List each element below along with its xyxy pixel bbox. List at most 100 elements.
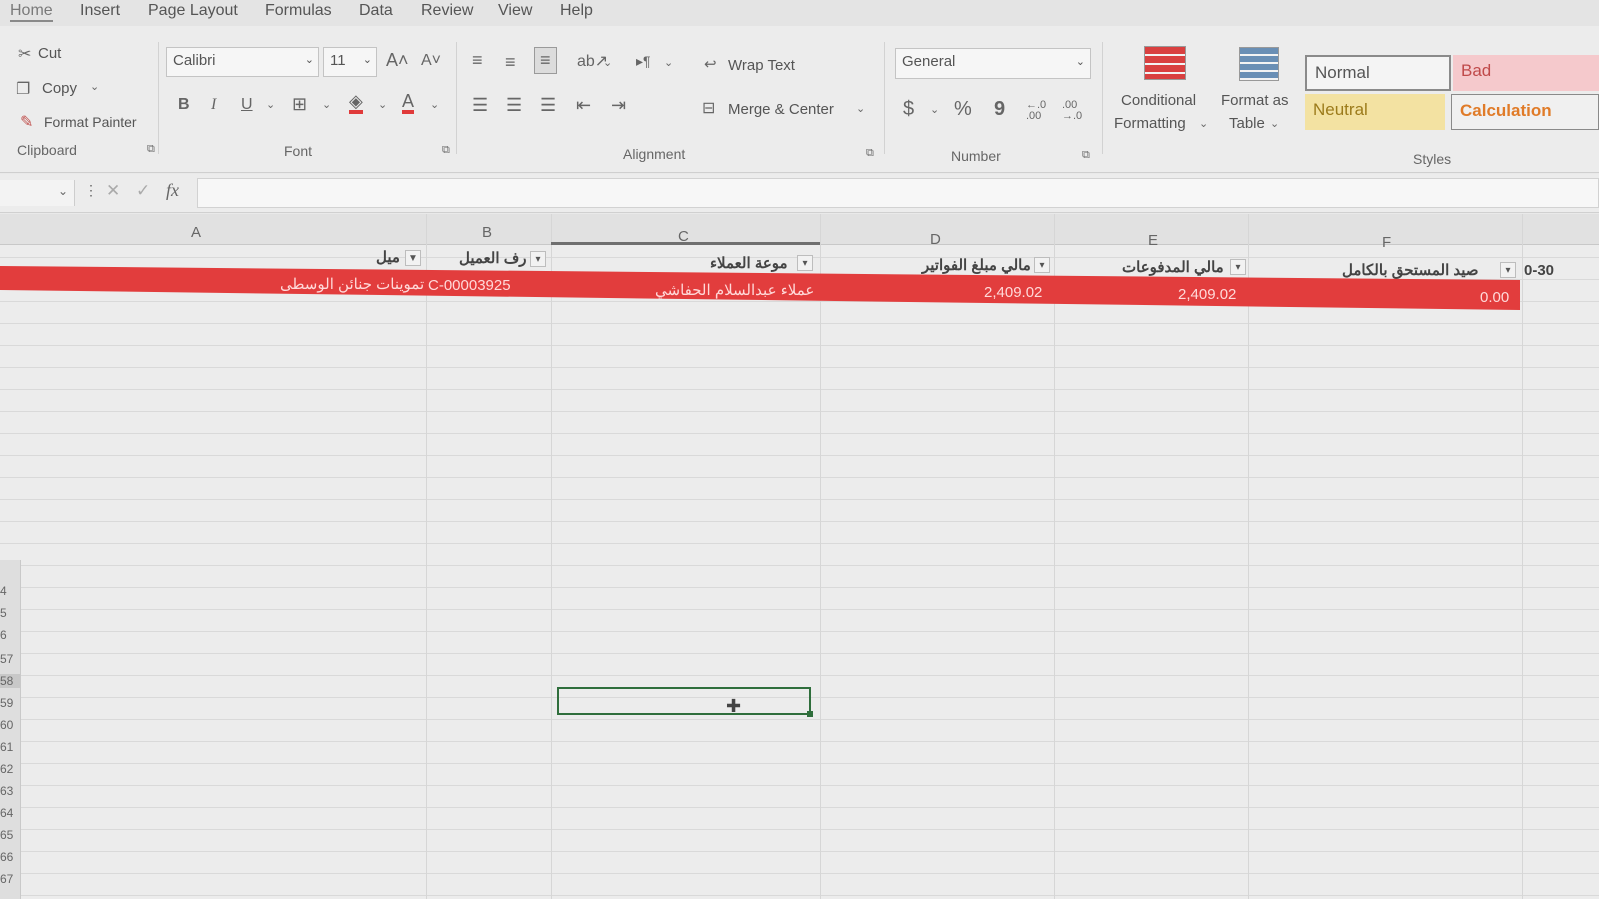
filter-dropdown-icon[interactable]: ▾ — [797, 255, 813, 271]
chevron-down-icon[interactable]: ⌄ — [322, 98, 331, 111]
dialog-launcher-icon[interactable]: ⧉ — [147, 143, 155, 156]
currency-button[interactable]: $ — [903, 98, 914, 121]
dialog-launcher-icon[interactable]: ⧉ — [1082, 149, 1090, 162]
chevron-down-icon[interactable]: ⌄ — [664, 56, 673, 69]
column-header-d[interactable]: D — [930, 231, 941, 248]
chevron-down-icon[interactable]: ⌄ — [603, 56, 612, 69]
decrease-font-icon[interactable]: A˅ — [421, 52, 441, 70]
conditional-formatting-label[interactable]: Conditional — [1121, 92, 1196, 109]
filter-active-icon[interactable]: ▼ — [405, 250, 421, 266]
header-cell-e[interactable]: مالي المدفوعات — [1122, 258, 1224, 276]
tab-home[interactable]: Home — [10, 2, 53, 22]
cell-invoice-total[interactable]: 2,409.02 — [984, 284, 1042, 301]
insert-function-button[interactable]: fx — [166, 180, 179, 201]
align-right-icon[interactable]: ☰ — [540, 95, 556, 116]
header-cell-f[interactable]: صيد المستحق بالكامل — [1342, 261, 1479, 279]
format-as-table-label-2[interactable]: Table — [1229, 115, 1265, 132]
tab-page-layout[interactable]: Page Layout — [148, 2, 238, 20]
header-cell-g[interactable]: 0-30 — [1524, 262, 1554, 279]
dialog-launcher-icon[interactable]: ⧉ — [866, 147, 874, 160]
header-cell-b[interactable]: رف العميل — [459, 249, 527, 267]
align-middle-icon[interactable]: ≡ — [505, 52, 516, 73]
cell-customer-name[interactable]: تموينات جنائن الوسطى — [280, 275, 424, 293]
percent-button[interactable]: % — [954, 98, 972, 121]
row-number[interactable]: 6 — [0, 628, 7, 642]
chevron-down-icon[interactable]: ⌄ — [1270, 117, 1279, 130]
chevron-down-icon[interactable]: ⌄ — [1199, 117, 1208, 130]
cell-customer-code[interactable]: C-00003925 — [428, 277, 511, 294]
comma-style-button[interactable]: 9 — [994, 98, 1005, 121]
filter-dropdown-icon[interactable]: ▾ — [530, 251, 546, 267]
tab-insert[interactable]: Insert — [80, 2, 120, 20]
row-number[interactable]: 64 — [0, 806, 13, 820]
cell-customer-group[interactable]: عملاء عبدالسلام الحفاشي — [655, 281, 814, 299]
column-header-c[interactable]: C — [678, 228, 689, 245]
align-top-icon[interactable]: ≡ — [472, 50, 483, 71]
chevron-down-icon[interactable]: ⌄ — [430, 98, 439, 111]
text-direction-icon[interactable]: ▸¶ — [636, 53, 651, 70]
cell-payments-total[interactable]: 2,409.02 — [1178, 286, 1236, 303]
tab-review[interactable]: Review — [421, 2, 473, 20]
bold-button[interactable]: B — [178, 96, 190, 114]
wrap-text-button[interactable]: Wrap Text — [728, 57, 795, 74]
row-number[interactable]: 66 — [0, 850, 13, 864]
active-cell[interactable] — [557, 687, 811, 715]
style-bad[interactable]: Bad — [1453, 55, 1599, 91]
tab-formulas[interactable]: Formulas — [265, 2, 332, 20]
font-name-select[interactable]: Calibri ⌄ — [166, 47, 319, 77]
row-number[interactable]: 60 — [0, 718, 13, 732]
tab-view[interactable]: View — [498, 2, 532, 20]
name-box[interactable]: ⌄ — [0, 180, 75, 206]
column-header-b[interactable]: B — [482, 224, 492, 241]
row-number[interactable]: 58 — [0, 674, 20, 688]
format-as-table-label[interactable]: Format as — [1221, 92, 1289, 109]
conditional-formatting-icon[interactable] — [1144, 46, 1186, 80]
filter-dropdown-icon[interactable]: ▾ — [1034, 257, 1050, 273]
row-number[interactable]: 61 — [0, 740, 13, 754]
row-number[interactable]: 59 — [0, 696, 13, 710]
copy-button[interactable]: Copy — [42, 80, 77, 97]
row-number[interactable]: 65 — [0, 828, 13, 842]
format-painter-button[interactable]: Format Painter — [44, 114, 137, 130]
decrease-decimal-button[interactable]: .00 →.0 — [1062, 100, 1090, 122]
fill-handle[interactable] — [807, 711, 813, 717]
enter-icon[interactable]: ✓ — [136, 181, 150, 201]
chevron-down-icon[interactable]: ⌄ — [90, 80, 99, 93]
merge-center-button[interactable]: Merge & Center — [728, 101, 834, 118]
increase-indent-icon[interactable]: ⇥ — [611, 95, 626, 116]
format-as-table-icon[interactable] — [1239, 47, 1279, 81]
align-left-icon[interactable]: ☰ — [472, 95, 488, 116]
number-format-select[interactable]: General ⌄ — [895, 48, 1091, 79]
dialog-launcher-icon[interactable]: ⧉ — [442, 144, 450, 157]
header-cell-a[interactable]: ميل — [376, 248, 400, 266]
worksheet-grid[interactable] — [0, 214, 1599, 899]
underline-button[interactable]: U — [241, 96, 253, 114]
column-header-e[interactable]: E — [1148, 232, 1158, 249]
row-number[interactable]: 4 — [0, 584, 7, 598]
chevron-down-icon[interactable]: ⌄ — [930, 103, 939, 116]
chevron-down-icon[interactable]: ⌄ — [856, 102, 865, 115]
align-bottom-icon[interactable]: ≡ — [534, 47, 557, 74]
row-number[interactable]: 57 — [0, 652, 13, 666]
borders-icon[interactable]: ⊞ — [292, 94, 307, 115]
cancel-icon[interactable]: ✕ — [106, 181, 120, 201]
filter-dropdown-icon[interactable]: ▾ — [1500, 262, 1516, 278]
font-size-select[interactable]: 11 ⌄ — [323, 47, 377, 77]
tab-help[interactable]: Help — [560, 2, 593, 20]
column-header-f[interactable]: F — [1382, 234, 1391, 251]
align-center-icon[interactable]: ☰ — [506, 95, 522, 116]
style-neutral[interactable]: Neutral — [1305, 94, 1445, 130]
row-number[interactable]: 63 — [0, 784, 13, 798]
decrease-indent-icon[interactable]: ⇤ — [576, 95, 591, 116]
chevron-down-icon[interactable]: ⌄ — [378, 98, 387, 111]
row-number[interactable]: 5 — [0, 606, 7, 620]
header-cell-c[interactable]: موعة العملاء — [710, 254, 788, 272]
filter-dropdown-icon[interactable]: ▾ — [1230, 259, 1246, 275]
increase-decimal-button[interactable]: ←.0 .00 — [1026, 100, 1054, 122]
increase-font-icon[interactable]: A˄ — [386, 50, 409, 71]
fill-color-icon[interactable]: ◈ — [349, 92, 363, 114]
font-color-icon[interactable]: A — [402, 92, 415, 114]
style-calculation[interactable]: Calculation — [1451, 94, 1599, 130]
formula-input[interactable] — [197, 178, 1599, 208]
header-cell-d[interactable]: مالي مبلغ الفواتير — [922, 256, 1031, 274]
